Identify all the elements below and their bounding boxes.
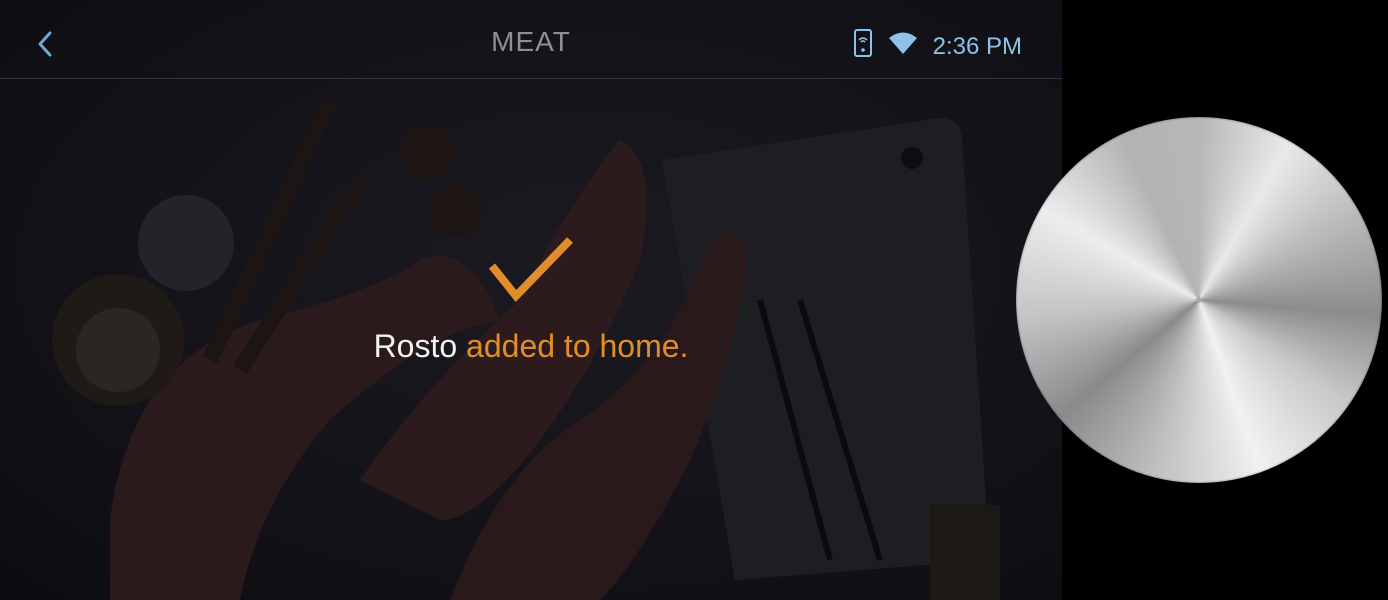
confirmation: Rosto added to home. bbox=[0, 236, 1062, 365]
confirmation-message: Rosto added to home. bbox=[0, 328, 1062, 365]
item-name: Rosto bbox=[373, 328, 458, 364]
confirmation-text: added to home. bbox=[457, 328, 689, 364]
status-area: 2:36 PM bbox=[853, 28, 1022, 65]
wifi-icon bbox=[887, 30, 919, 63]
oven-screen: MEAT 2:36 PM Rosto added to home. bbox=[0, 0, 1062, 600]
checkmark-icon bbox=[488, 237, 573, 303]
rotary-dial[interactable] bbox=[1016, 117, 1382, 483]
phone-connected-icon bbox=[853, 28, 873, 65]
top-bar: MEAT 2:36 PM bbox=[0, 0, 1062, 79]
clock-time: 2:36 PM bbox=[932, 32, 1022, 60]
